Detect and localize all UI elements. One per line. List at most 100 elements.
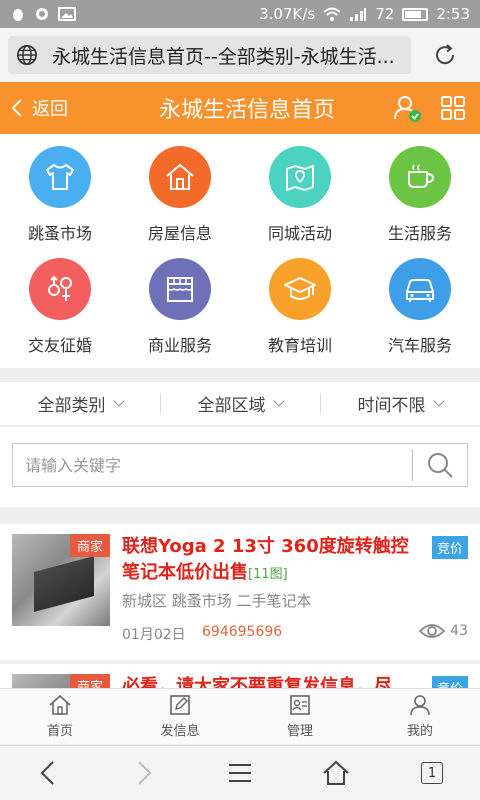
category-label: 商业服务 xyxy=(147,336,212,355)
header-actions xyxy=(392,93,480,123)
filter-time-dropdown[interactable]: 时间不限 xyxy=(320,391,480,416)
penguin-icon xyxy=(13,9,23,21)
category-label: 同城活动 xyxy=(267,224,332,243)
view-count: 43 xyxy=(418,622,468,640)
home-icon xyxy=(323,760,349,785)
bid-badge: 竞价 xyxy=(431,536,468,559)
category-dating[interactable]: 交友征婚 xyxy=(0,258,120,368)
browser-bottom-bar: 1 xyxy=(0,745,480,800)
back-label: 返回 xyxy=(32,99,68,120)
image-icon xyxy=(58,7,76,21)
nav-manage[interactable]: 管理 xyxy=(240,689,360,744)
category-flea-market[interactable]: 跳蚤市场 xyxy=(0,146,120,258)
car-icon xyxy=(406,279,434,302)
view-count-value: 43 xyxy=(450,623,468,639)
grid-menu-icon[interactable] xyxy=(440,95,466,121)
laptop-photo xyxy=(34,555,94,613)
search-button[interactable] xyxy=(413,451,467,479)
category-business[interactable]: 商业服务 xyxy=(120,258,240,368)
nav-label: 首页 xyxy=(46,724,73,739)
category-icon-bg xyxy=(269,258,331,320)
category-label: 汽车服务 xyxy=(387,336,452,355)
category-icon-bg xyxy=(29,258,91,320)
clock: 2:53 xyxy=(436,5,470,23)
category-label: 生活服务 xyxy=(387,224,452,243)
status-bar: 3.07K/s 72 2:53 xyxy=(0,0,480,28)
eye-icon xyxy=(418,624,446,638)
filter-bar: 全部类别 全部区域 时间不限 xyxy=(0,382,480,426)
listing-thumbnail: 商家 xyxy=(12,534,110,626)
battery-percent: 72 xyxy=(375,5,395,23)
search-icon xyxy=(428,453,453,478)
image-count: [11图] xyxy=(248,567,288,582)
browser-url-bar: 永城生活信息首页--全部类别-永城生活... xyxy=(0,28,480,82)
id-card-icon xyxy=(290,695,310,715)
category-icon-bg xyxy=(389,258,451,320)
reload-icon[interactable] xyxy=(431,41,459,69)
filter-category-dropdown[interactable]: 全部类别 xyxy=(0,391,160,416)
category-label: 交友征婚 xyxy=(27,336,92,355)
user-verified-icon[interactable] xyxy=(392,93,422,123)
listing-item[interactable]: 商家 联想Yoga 2 13寸 360度旋转触控笔记本低价出售[11图] 竞价 … xyxy=(0,524,480,660)
chevron-right-icon xyxy=(138,761,152,785)
category-label: 房屋信息 xyxy=(147,224,212,243)
search-input[interactable] xyxy=(13,455,412,475)
hamburger-menu-icon xyxy=(229,764,251,782)
category-grid: 跳蚤市场 房屋信息 同城活动 生活服务 交友征婚 商业服务 教育培训 汽车服务 xyxy=(0,134,480,368)
browser-home-button[interactable] xyxy=(306,760,366,786)
home-icon xyxy=(49,694,71,715)
network-speed: 3.07K/s xyxy=(259,5,316,23)
browser-menu-button[interactable] xyxy=(210,762,270,784)
listing-title[interactable]: 联想Yoga 2 13寸 360度旋转触控笔记本低价出售[11图] xyxy=(122,534,422,588)
listing-phone[interactable]: 694695696 xyxy=(202,624,282,640)
graduation-cap-icon xyxy=(284,277,316,300)
filter-label: 全部区域 xyxy=(197,396,266,416)
category-label: 跳蚤市场 xyxy=(27,224,92,243)
globe-icon xyxy=(17,45,37,65)
category-icon-bg xyxy=(29,146,91,208)
battery-icon xyxy=(402,7,429,21)
category-icon-bg xyxy=(389,146,451,208)
status-notifications xyxy=(10,6,76,22)
browser-forward-button[interactable] xyxy=(114,760,174,786)
nav-label: 我的 xyxy=(406,724,433,739)
merchant-badge: 商家 xyxy=(69,534,110,557)
nav-label: 发信息 xyxy=(160,724,200,739)
chevron-left-icon xyxy=(40,761,54,785)
nav-post[interactable]: 发信息 xyxy=(120,689,240,744)
chevron-down-icon xyxy=(112,395,125,407)
tab-count: 1 xyxy=(421,762,443,784)
battery-level xyxy=(405,10,422,18)
category-label: 教育培训 xyxy=(267,336,332,355)
chevron-down-icon xyxy=(432,395,445,407)
category-housing[interactable]: 房屋信息 xyxy=(120,146,240,258)
category-car-services[interactable]: 汽车服务 xyxy=(360,258,480,368)
search-section xyxy=(0,427,480,507)
nav-home[interactable]: 首页 xyxy=(0,689,120,744)
listing-location: 新城区 跳蚤市场 二手笔记本 xyxy=(122,592,312,610)
category-icon-bg xyxy=(269,146,331,208)
gender-icon xyxy=(48,275,72,301)
tshirt-icon xyxy=(46,164,74,190)
search-box xyxy=(12,443,468,487)
chevron-down-icon xyxy=(272,395,285,407)
browser-tabs-button[interactable]: 1 xyxy=(402,762,462,784)
category-life-services[interactable]: 生活服务 xyxy=(360,146,480,258)
page-title-url: 永城生活信息首页--全部类别-永城生活... xyxy=(52,45,395,68)
category-education[interactable]: 教育培训 xyxy=(240,258,360,368)
browser-back-button[interactable] xyxy=(18,760,78,786)
filter-area-dropdown[interactable]: 全部区域 xyxy=(160,391,320,416)
map-icon xyxy=(286,165,314,191)
filter-label: 时间不限 xyxy=(357,396,426,416)
address-field[interactable]: 永城生活信息首页--全部类别-永城生活... xyxy=(8,36,411,74)
back-button[interactable]: 返回 xyxy=(0,95,100,121)
category-events[interactable]: 同城活动 xyxy=(240,146,360,258)
nav-label: 管理 xyxy=(286,724,313,739)
status-indicators: 3.07K/s 72 2:53 xyxy=(259,5,470,23)
category-icon-bg xyxy=(149,146,211,208)
listing-date: 01月02日 xyxy=(122,627,186,643)
chat-icon xyxy=(36,8,48,20)
back-chevron-icon xyxy=(11,99,29,117)
edit-icon xyxy=(170,695,190,715)
nav-mine[interactable]: 我的 xyxy=(360,689,480,744)
